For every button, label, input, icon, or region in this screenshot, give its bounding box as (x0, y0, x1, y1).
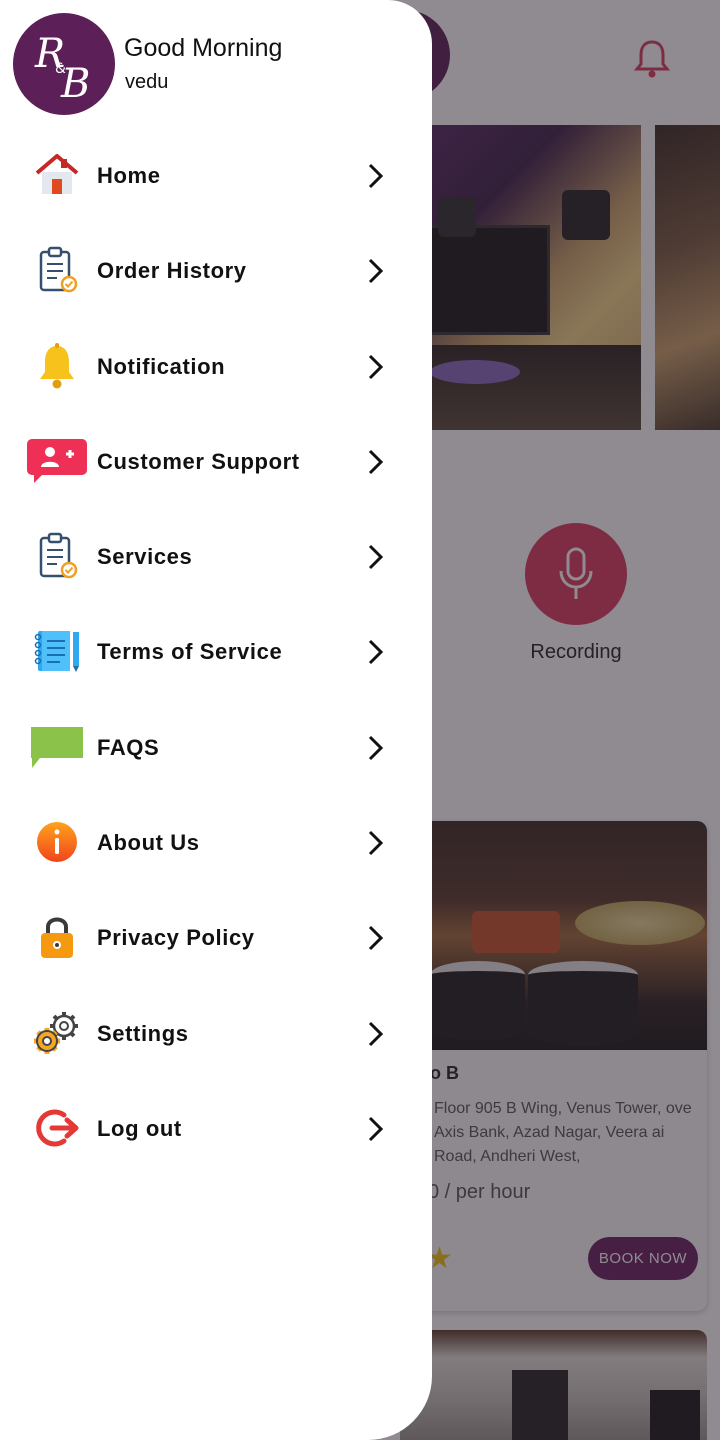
menu-item-label: Customer Support (97, 448, 300, 474)
menu-item-label: About Us (97, 830, 200, 856)
chevron-right-icon (368, 449, 384, 474)
chevron-right-icon (368, 1116, 384, 1142)
menu-item-label: Settings (97, 1020, 189, 1046)
menu-item-label: Notification (97, 353, 226, 379)
menu-item-settings[interactable]: Settings (0, 986, 432, 1081)
menu-item-home[interactable]: Home (0, 128, 432, 223)
add-user-chat-icon (26, 436, 88, 486)
chevron-right-icon (368, 640, 384, 665)
chevron-right-icon (368, 1021, 384, 1046)
clipboard-check-icon (26, 245, 88, 295)
studio-photo-next[interactable] (655, 125, 720, 430)
menu-item-label: Services (97, 544, 193, 570)
speech-bubble-icon (26, 722, 88, 772)
menu-item-label: FAQS (97, 734, 160, 760)
bell-icon (26, 341, 88, 391)
recording-label: Recording (530, 641, 622, 663)
menu-item-about-us[interactable]: About Us (0, 795, 432, 890)
studio-photo[interactable] (400, 125, 641, 430)
clipboard-check-icon (26, 531, 88, 581)
studio-price: 0 / per hour (428, 1181, 531, 1203)
chevron-right-icon (368, 926, 384, 951)
logout-icon (26, 1103, 88, 1153)
notebook-icon (26, 626, 88, 676)
username-text: vedu (125, 71, 169, 93)
lock-icon (26, 912, 88, 962)
svg-text:B: B (60, 61, 90, 107)
drawer-header: R & B Good Morning vedu (0, 0, 432, 120)
chevron-right-icon (368, 831, 384, 856)
navigation-drawer: R & B Good Morning vedu Home Order Histo… (0, 0, 432, 1440)
menu-item-order-history[interactable]: Order History (0, 223, 432, 318)
studio-address: Floor 905 B Wing, Venus Tower, ove Axis … (434, 1100, 692, 1165)
studio-card-photo-next[interactable] (400, 1330, 707, 1440)
menu-item-log-out[interactable]: Log out (0, 1081, 432, 1176)
home-icon (26, 150, 88, 200)
studio-card[interactable]: o B Floor 905 B Wing, Venus Tower, ove A… (400, 821, 707, 1311)
chevron-right-icon (368, 354, 384, 379)
gear-icon (26, 1008, 88, 1058)
menu-item-label: Home (97, 163, 161, 188)
info-icon (26, 817, 88, 867)
menu-item-customer-support[interactable]: Customer Support (0, 414, 432, 509)
studio-title: o B (430, 1063, 459, 1083)
menu-item-privacy-policy[interactable]: Privacy Policy (0, 890, 432, 985)
chevron-right-icon (368, 735, 384, 760)
chevron-right-icon (368, 545, 384, 570)
menu-item-faqs[interactable]: FAQS (0, 700, 432, 795)
menu-item-label: Order History (97, 258, 247, 284)
greeting-text: Good Morning (124, 34, 283, 62)
book-now-button[interactable]: BOOK NOW (588, 1237, 698, 1280)
brand-logo: R & B (13, 13, 115, 115)
menu-item-services[interactable]: Services (0, 509, 432, 604)
drawer-menu: Home Order History Notification Customer… (0, 128, 432, 1176)
menu-item-label: Privacy Policy (97, 925, 255, 951)
notification-bell-icon[interactable] (632, 36, 672, 80)
menu-item-terms-of-service[interactable]: Terms of Service (0, 604, 432, 699)
microphone-icon (559, 547, 593, 599)
recording-button[interactable] (525, 523, 627, 625)
studio-card-photo (400, 821, 707, 1050)
menu-item-notification[interactable]: Notification (0, 319, 432, 414)
chevron-right-icon (368, 259, 384, 284)
menu-item-label: Terms of Service (97, 639, 283, 665)
menu-item-label: Log out (97, 1115, 182, 1141)
chevron-right-icon (368, 163, 384, 189)
